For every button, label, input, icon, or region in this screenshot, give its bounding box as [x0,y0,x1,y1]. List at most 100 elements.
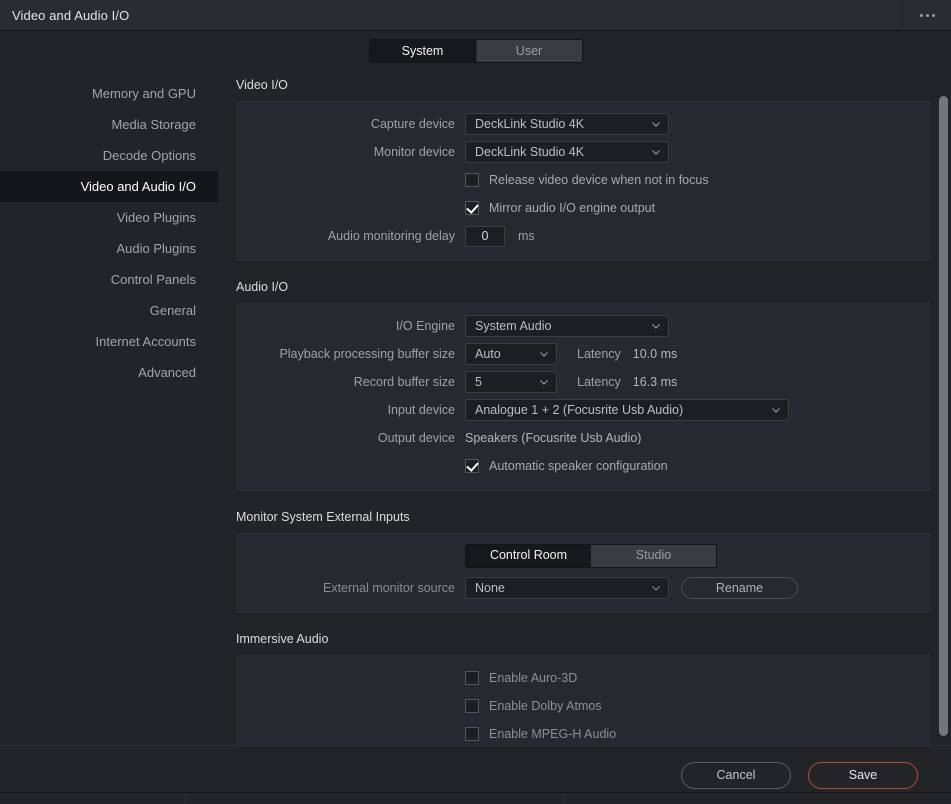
row-enable-dolby-atmos: Enable Dolby Atmos [235,692,932,720]
label-output-device: Output device [235,431,465,445]
enable-mpeg-h-audio-checkbox[interactable] [465,727,479,741]
row-record-buffer-size: Record buffer size 5 Latency 16.3 ms [235,368,932,396]
enable-dolby-atmos-label[interactable]: Enable Dolby Atmos [489,699,602,713]
scrollbar-thumb[interactable] [939,96,948,736]
sidebar-item-control-panels[interactable]: Control Panels [0,264,218,295]
automatic-speaker-configuration-checkbox[interactable] [465,459,479,473]
settings-content-area: Video I/O Capture device DeckLink Studio… [218,70,951,745]
row-audio-monitoring-delay: Audio monitoring delay 0 ms [235,222,932,250]
row-enable-mpeg-h-audio: Enable MPEG-H Audio [235,720,932,745]
external-monitor-source-dropdown[interactable]: None [465,577,669,599]
tab-system[interactable]: System [370,40,476,62]
capture-device-value: DeckLink Studio 4K [475,117,642,131]
section-video-io: Video I/O Capture device DeckLink Studio… [234,78,933,263]
chevron-down-icon [770,404,782,416]
monitor-scope-segmented-control: Control Room Studio [465,544,717,568]
output-device-value: Speakers (Focusrite Usb Audio) [465,431,641,445]
row-output-device: Output device Speakers (Focusrite Usb Au… [235,424,932,452]
row-automatic-speaker-configuration: Automatic speaker configuration [235,452,932,480]
sidebar-item-video-plugins[interactable]: Video Plugins [0,202,218,233]
section-audio-io: Audio I/O I/O Engine System Audio Playba… [234,280,933,493]
row-release-video-device: Release video device when not in focus [235,166,932,194]
label-io-engine: I/O Engine [235,319,465,333]
row-monitor-scope-toggle: Control Room Studio [235,542,932,570]
window-body: Memory and GPU Media Storage Decode Opti… [0,70,951,745]
chevron-down-icon [650,118,662,130]
record-buffer-size-dropdown[interactable]: 5 [465,371,557,393]
record-latency-label: Latency [577,375,621,389]
playback-buffer-size-dropdown[interactable]: Auto [465,343,557,365]
vertical-scrollbar[interactable] [939,72,948,741]
io-engine-value: System Audio [475,319,642,333]
toggle-studio[interactable]: Studio [591,545,716,567]
settings-sidebar: Memory and GPU Media Storage Decode Opti… [0,70,218,745]
row-monitor-device: Monitor device DeckLink Studio 4K [235,138,932,166]
mirror-audio-checkbox[interactable] [465,201,479,215]
release-video-device-checkbox[interactable] [465,173,479,187]
window-bottom-edge [0,792,951,804]
chevron-down-icon [650,320,662,332]
playback-latency-label: Latency [577,347,621,361]
rename-button[interactable]: Rename [681,577,798,599]
row-input-device: Input device Analogue 1 + 2 (Focusrite U… [235,396,932,424]
section-title-video-io: Video I/O [236,78,933,92]
chevron-down-icon [538,348,550,360]
page-title: Video and Audio I/O [12,8,129,23]
panel-monitor-external-inputs: Control Room Studio External monitor sou… [234,531,933,615]
input-device-dropdown[interactable]: Analogue 1 + 2 (Focusrite Usb Audio) [465,399,789,421]
scope-tabstrip: System User [0,31,951,70]
row-mirror-audio: Mirror audio I/O engine output [235,194,932,222]
tab-user[interactable]: User [476,40,582,62]
section-monitor-external-inputs: Monitor System External Inputs Control R… [234,510,933,615]
preferences-window: Video and Audio I/O System User Memory a… [0,0,951,804]
section-immersive-audio: Immersive Audio Enable Auro-3D Enable Do… [234,632,933,745]
ellipsis-dots [920,14,935,17]
monitor-device-dropdown[interactable]: DeckLink Studio 4K [465,141,669,163]
release-video-device-label[interactable]: Release video device when not in focus [489,173,709,187]
input-device-value: Analogue 1 + 2 (Focusrite Usb Audio) [475,403,762,417]
capture-device-dropdown[interactable]: DeckLink Studio 4K [465,113,669,135]
panel-immersive-audio: Enable Auro-3D Enable Dolby Atmos Enable… [234,653,933,745]
enable-auro-3d-checkbox[interactable] [465,671,479,685]
record-buffer-size-value: 5 [475,375,530,389]
sidebar-item-video-and-audio-io[interactable]: Video and Audio I/O [0,171,218,202]
enable-mpeg-h-audio-label[interactable]: Enable MPEG-H Audio [489,727,616,741]
chevron-down-icon [650,582,662,594]
panel-audio-io: I/O Engine System Audio Playback process… [234,301,933,493]
mirror-audio-label[interactable]: Mirror audio I/O engine output [489,201,655,215]
chevron-down-icon [650,146,662,158]
section-title-audio-io: Audio I/O [236,280,933,294]
save-button[interactable]: Save [808,762,918,789]
label-monitor-device: Monitor device [235,145,465,159]
sidebar-item-decode-options[interactable]: Decode Options [0,140,218,171]
playback-buffer-size-value: Auto [475,347,530,361]
row-enable-auro-3d: Enable Auro-3D [235,664,932,692]
ellipsis-icon[interactable] [902,0,951,30]
monitor-device-value: DeckLink Studio 4K [475,145,642,159]
section-title-immersive-audio: Immersive Audio [236,632,933,646]
row-io-engine: I/O Engine System Audio [235,312,932,340]
window-titlebar: Video and Audio I/O [0,0,951,31]
sidebar-item-advanced[interactable]: Advanced [0,357,218,388]
label-external-monitor-source: External monitor source [235,581,465,595]
enable-auro-3d-label[interactable]: Enable Auro-3D [489,671,577,685]
enable-dolby-atmos-checkbox[interactable] [465,699,479,713]
sidebar-item-audio-plugins[interactable]: Audio Plugins [0,233,218,264]
scope-segmented-control: System User [369,39,583,63]
row-capture-device: Capture device DeckLink Studio 4K [235,110,932,138]
cancel-button[interactable]: Cancel [681,762,791,789]
sidebar-item-internet-accounts[interactable]: Internet Accounts [0,326,218,357]
panel-video-io: Capture device DeckLink Studio 4K Monito… [234,99,933,263]
row-external-monitor-source: External monitor source None Rename [235,574,932,602]
toggle-control-room[interactable]: Control Room [466,545,591,567]
sidebar-item-memory-and-gpu[interactable]: Memory and GPU [0,78,218,109]
io-engine-dropdown[interactable]: System Audio [465,315,669,337]
sidebar-item-general[interactable]: General [0,295,218,326]
audio-monitoring-delay-unit: ms [518,229,535,243]
label-playback-buffer-size: Playback processing buffer size [235,347,465,361]
bottom-edge-tick [563,793,564,804]
external-monitor-source-value: None [475,581,642,595]
audio-monitoring-delay-input[interactable]: 0 [465,226,505,247]
sidebar-item-media-storage[interactable]: Media Storage [0,109,218,140]
automatic-speaker-configuration-label[interactable]: Automatic speaker configuration [489,459,668,473]
